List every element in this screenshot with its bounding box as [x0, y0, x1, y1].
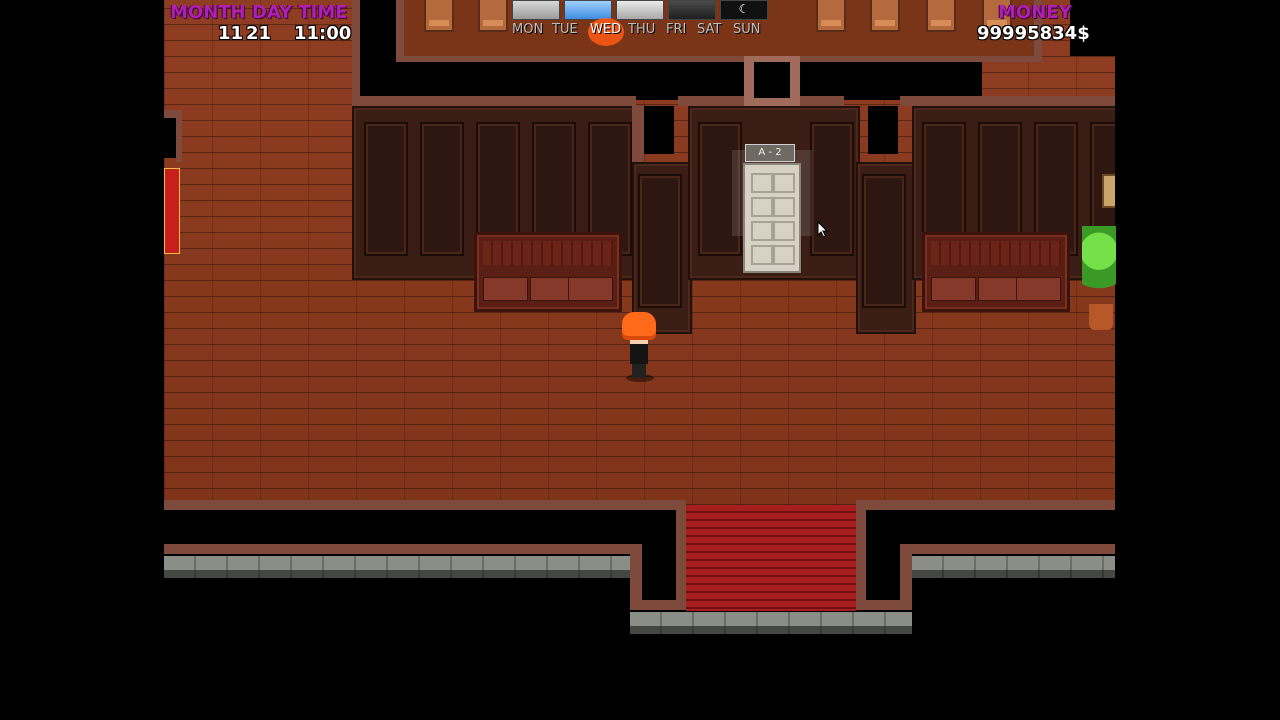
character-body	[630, 344, 648, 364]
door-panel	[751, 221, 773, 241]
wall-panel	[638, 174, 682, 308]
chair	[478, 0, 508, 32]
red-banner	[164, 168, 180, 254]
left-wall-gap	[164, 118, 176, 158]
weekday-fri: FRI	[666, 22, 687, 37]
wall-trim	[352, 0, 360, 106]
sofa-cushion	[568, 277, 613, 301]
stone-ledge	[630, 612, 912, 634]
character-hair	[622, 312, 656, 340]
wall-trim	[856, 505, 866, 605]
door-panel	[773, 245, 795, 265]
wall-panel	[420, 122, 464, 256]
sofa-cushion	[483, 277, 528, 301]
weather-icon: ☾	[720, 0, 768, 20]
chair	[926, 0, 956, 32]
chair	[424, 0, 454, 32]
chair	[870, 0, 900, 32]
chair	[816, 0, 846, 32]
door-panel	[773, 197, 795, 217]
wall-trim	[856, 500, 1115, 510]
door-panel	[773, 173, 795, 193]
time-value: 11:00	[294, 23, 352, 44]
day-value: 21	[246, 23, 272, 44]
weekday-wed: WED	[590, 22, 622, 37]
wall-panel	[364, 122, 408, 256]
wall-trim	[632, 106, 644, 162]
wall-trim	[352, 96, 636, 106]
wall-trim	[164, 500, 686, 510]
door-panel	[751, 197, 773, 217]
top-wall-gap	[402, 60, 982, 100]
month-value: 11	[218, 23, 244, 44]
door-panel	[773, 221, 795, 241]
wall-panel	[862, 174, 906, 308]
mouse-cursor-icon	[817, 220, 831, 239]
lower-wall-gap	[866, 554, 900, 604]
date-time-label: MONTH DAY TIME	[170, 2, 348, 23]
sofa-cushion	[1016, 277, 1061, 301]
player-character[interactable]	[620, 312, 658, 382]
wall-trim	[396, 0, 404, 62]
weekday-mon: MON	[512, 22, 544, 37]
red-carpet-stairs[interactable]	[686, 505, 856, 611]
wall-trim	[176, 110, 182, 162]
wall-trim	[630, 544, 642, 606]
character-legs	[632, 364, 646, 378]
lower-wall-gap	[642, 554, 676, 604]
plant-pot	[1089, 304, 1113, 330]
wall-trim	[676, 505, 686, 605]
wall-trim	[396, 56, 1036, 62]
door-sign: A - 2	[745, 144, 795, 162]
wall-trim	[164, 544, 642, 554]
sofa[interactable]	[922, 232, 1070, 312]
wall-picture	[1102, 174, 1115, 208]
lower-wall-gap	[866, 510, 1115, 546]
weather-icon	[564, 0, 612, 20]
doorway-opening	[754, 62, 790, 98]
potted-plant	[1082, 226, 1116, 310]
weather-icon	[616, 0, 664, 20]
weekday-thu: THU	[628, 22, 656, 37]
sofa-back	[483, 241, 613, 265]
weather-icon	[668, 0, 716, 20]
wall-gap	[644, 106, 674, 154]
money-label: MONEY	[998, 2, 1072, 23]
room-door-a2[interactable]	[743, 163, 801, 273]
weekday-sat: SAT	[697, 22, 722, 37]
door-panel	[751, 173, 773, 193]
lower-wall-gap	[164, 510, 676, 546]
stone-ledge	[164, 556, 630, 578]
wall-trim	[900, 96, 1115, 106]
weekday-tue: TUE	[552, 22, 578, 37]
weather-icon	[512, 0, 560, 20]
wall-trim	[900, 544, 1115, 554]
sofa[interactable]	[474, 232, 622, 312]
sofa-back	[931, 241, 1061, 265]
door-panel	[751, 245, 773, 265]
stone-ledge	[912, 556, 1115, 578]
wall-gap	[868, 106, 898, 154]
wall-trim	[900, 544, 912, 606]
weekday-sun: SUN	[733, 22, 761, 37]
money-value: 99995834$	[977, 23, 1090, 44]
sofa-cushion	[931, 277, 976, 301]
